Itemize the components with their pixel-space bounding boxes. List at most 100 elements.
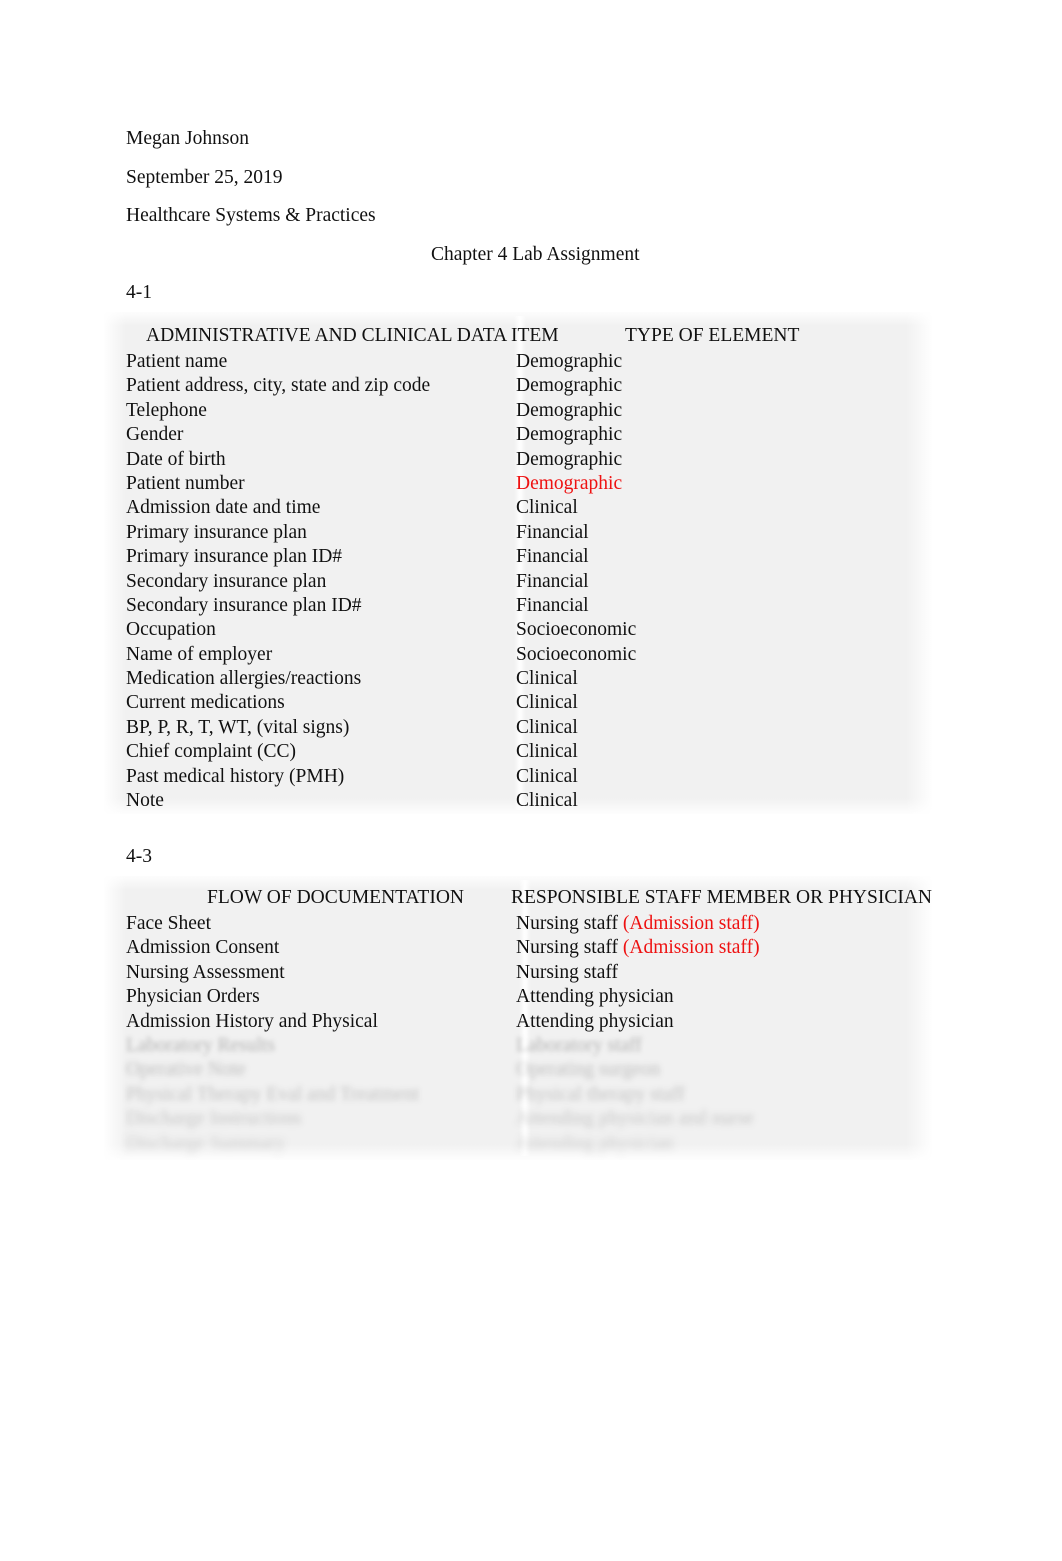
cell-element-type: Financial (516, 546, 589, 568)
cell-element-type: Clinical (516, 668, 578, 690)
cell-data-item: Gender (126, 424, 184, 446)
cell-data-item: Current medications (126, 692, 285, 714)
staff-text: Nursing staff (516, 913, 623, 934)
cell-responsible-staff: Nursing staff (Admission staff) (508, 912, 932, 936)
column-header-responsible-staff: RESPONSIBLE STAFF MEMBER OR PHYSICIAN (510, 887, 932, 908)
cell-element-type: Financial (516, 570, 589, 592)
cell-data-item: Admission date and time (126, 497, 321, 519)
section-label-4-1: 4-1 (126, 282, 152, 303)
page-title: Chapter 4 Lab Assignment (431, 243, 640, 265)
cell-documentation: Laboratory Results (126, 1034, 275, 1056)
table-row-faded: Discharge Summary Attending physician (104, 1132, 932, 1156)
cell-responsible-staff: Operating surgeon (516, 1059, 661, 1081)
table-row: Admission History and Physical Attending… (104, 1010, 932, 1034)
date-line: September 25, 2019 (126, 166, 283, 188)
cell-element-type: Demographic (516, 448, 623, 470)
table-row: Telephone Demographic (104, 399, 932, 423)
cell-responsible-staff: Laboratory staff (516, 1034, 642, 1056)
section-label-4-3: 4-3 (126, 846, 152, 867)
cell-element-type: Financial (516, 594, 589, 616)
cell-element-type: Demographic (516, 351, 623, 372)
cell-data-item: Patient number (126, 472, 245, 494)
cell-documentation: Operative Note (126, 1059, 246, 1081)
table-row: Nursing Assessment Nursing staff (104, 961, 932, 985)
cell-responsible-staff: Nursing staff (Admission staff) (508, 936, 932, 960)
table-row-faded: Physical Therapy Eval and Treatment Phys… (104, 1083, 932, 1107)
table-row: Name of employer Socioeconomic (104, 643, 932, 667)
table-row-faded: Laboratory Results Laboratory staff (104, 1034, 932, 1058)
table-header-row: FLOW OF DOCUMENTATION RESPONSIBLE STAFF … (104, 884, 932, 912)
table-row: Admission date and time Clinical (104, 496, 932, 520)
table-row: Secondary insurance plan Financial (104, 570, 932, 594)
staff-note-highlighted: (Admission staff) (622, 937, 760, 959)
column-header-flow-of-documentation: FLOW OF DOCUMENTATION (207, 887, 464, 908)
cell-element-type: Clinical (516, 716, 578, 738)
table-header-row: ADMINISTRATIVE AND CLINICAL DATA ITEM TY… (104, 322, 932, 350)
cell-data-item: Primary insurance plan (126, 521, 307, 543)
cell-documentation: Physical Therapy Eval and Treatment (126, 1083, 420, 1105)
cell-documentation: Discharge Instructions (126, 1108, 302, 1130)
table-row: Primary insurance plan Financial (104, 521, 932, 545)
cell-data-item: Date of birth (126, 448, 226, 470)
table-row: Admission Consent Nursing staff (Admissi… (104, 936, 932, 960)
table-row-faded: Operative Note Operating surgeon (104, 1058, 932, 1082)
table-row: Current medications Clinical (104, 691, 932, 715)
cell-element-type: Demographic (516, 399, 623, 421)
table-row: Chief complaint (CC) Clinical (104, 740, 932, 764)
table-row: Patient number Demographic (104, 472, 932, 496)
table-row: Patient name Demographic (104, 350, 932, 374)
cell-responsible-staff: Attending physician (516, 1132, 674, 1154)
table-row: Medication allergies/reactions Clinical (104, 667, 932, 691)
cell-data-item: Secondary insurance plan ID# (126, 594, 362, 616)
cell-element-type: Clinical (516, 497, 578, 519)
table-row: Secondary insurance plan ID# Financial (104, 594, 932, 618)
cell-responsible-staff: Attending physician (516, 1010, 674, 1032)
cell-data-item: Telephone (126, 399, 207, 421)
documentation-flow-table: FLOW OF DOCUMENTATION RESPONSIBLE STAFF … (104, 876, 932, 1160)
table-row: Occupation Socioeconomic (104, 618, 932, 642)
author-line: Megan Johnson (126, 128, 249, 149)
document-header: Megan Johnson September 25, 2019 Healthc… (126, 120, 946, 274)
cell-data-item: Occupation (126, 619, 216, 641)
cell-responsible-staff: Physical therapy staff (516, 1083, 685, 1105)
document-page: Megan Johnson September 25, 2019 Healthc… (0, 0, 1062, 1561)
table-row: Physician Orders Attending physician (104, 985, 932, 1009)
cell-data-item: Chief complaint (CC) (126, 741, 297, 763)
table-row-faded: Discharge Instructions Attending physici… (104, 1107, 932, 1131)
cell-element-type: Socioeconomic (516, 643, 637, 665)
cell-data-item: Name of employer (126, 643, 273, 665)
staff-note-highlighted: (Admission staff) (622, 913, 760, 934)
cell-element-type: Clinical (516, 765, 578, 787)
column-header-data-item: ADMINISTRATIVE AND CLINICAL DATA ITEM (146, 325, 559, 346)
cell-element-type: Clinical (516, 790, 578, 812)
table-row: Past medical history (PMH) Clinical (104, 765, 932, 789)
cell-data-item: Note (126, 790, 164, 812)
table-row: Primary insurance plan ID# Financial (104, 545, 932, 569)
cell-data-item: Patient address, city, state and zip cod… (126, 375, 431, 397)
course-line: Healthcare Systems & Practices (126, 205, 376, 226)
cell-element-type-highlighted: Demographic (516, 472, 623, 494)
cell-element-type: Socioeconomic (516, 619, 637, 641)
column-header-type-of-element: TYPE OF ELEMENT (625, 325, 800, 346)
cell-data-item: Patient name (126, 351, 228, 372)
table-row: BP, P, R, T, WT, (vital signs) Clinical (104, 716, 932, 740)
cell-documentation: Face Sheet (126, 913, 212, 934)
cell-documentation: Admission History and Physical (126, 1010, 378, 1032)
cell-data-item: Primary insurance plan ID# (126, 546, 343, 568)
cell-data-item: Secondary insurance plan (126, 570, 327, 592)
cell-documentation: Discharge Summary (126, 1132, 286, 1154)
cell-element-type: Clinical (516, 741, 578, 763)
cell-data-item: BP, P, R, T, WT, (vital signs) (126, 716, 350, 738)
cell-responsible-staff: Attending physician and nurse (516, 1108, 754, 1130)
cell-documentation: Nursing Assessment (126, 961, 285, 983)
cell-element-type: Financial (516, 521, 589, 543)
cell-documentation: Admission Consent (126, 937, 280, 959)
cell-data-item: Past medical history (PMH) (126, 765, 345, 787)
table-row: Gender Demographic (104, 423, 932, 447)
staff-text: Nursing staff (516, 937, 623, 959)
cell-data-item: Medication allergies/reactions (126, 668, 362, 690)
table-row: Face Sheet Nursing staff (Admission staf… (104, 912, 932, 936)
table-row: Patient address, city, state and zip cod… (104, 374, 932, 398)
cell-responsible-staff: Nursing staff (516, 961, 619, 983)
table-row: Note Clinical (104, 789, 932, 813)
